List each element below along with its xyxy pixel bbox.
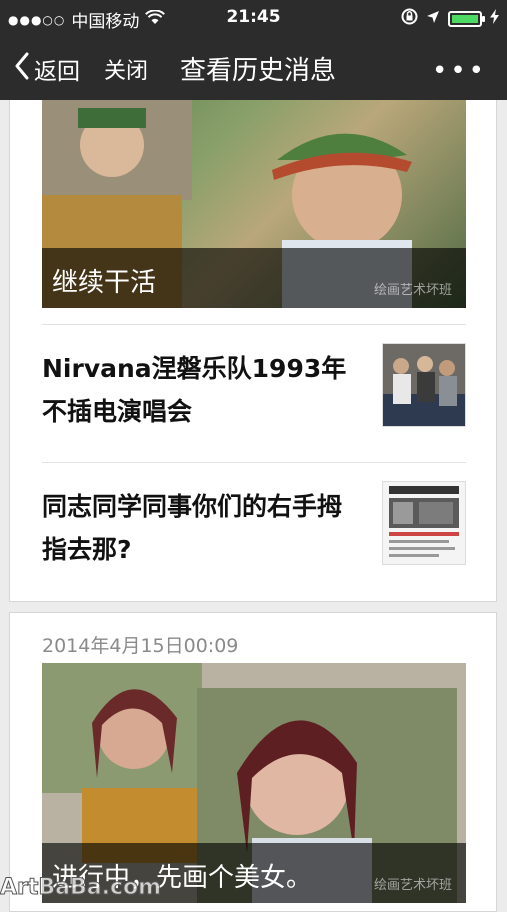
status-bar: ●●●○○ 中国移动 21:45: [0, 0, 507, 36]
message-card: 2014年4月15日00:09 进行中，先画个美女。 绘画艺术坏班: [9, 612, 497, 912]
battery-level: [452, 15, 478, 23]
back-button[interactable]: 返回: [14, 52, 80, 86]
site-watermark: ArtBaBa.com: [0, 875, 162, 901]
chevron-left-icon: [14, 52, 34, 86]
list-item[interactable]: Nirvana涅磐乐队1993年不插电演唱会: [42, 324, 466, 462]
article-title: Nirvana涅磐乐队1993年不插电演唱会: [42, 354, 347, 426]
cover-watermark: 绘画艺术坏班: [373, 283, 452, 298]
article-title: 同志同学同事你们的右手拇指去那?: [42, 492, 343, 564]
cover-article[interactable]: 继续干活 绘画艺术坏班: [42, 100, 466, 308]
charging-bolt-icon: [490, 9, 499, 29]
more-options-button[interactable]: •••: [432, 56, 487, 86]
cover-caption-bar: 继续干活 绘画艺术坏班: [42, 248, 466, 308]
page-title: 查看历史消息: [180, 56, 337, 86]
cover-article[interactable]: 进行中，先画个美女。 绘画艺术坏班: [42, 663, 466, 903]
navigation-bar: 返回 关闭 查看历史消息 •••: [0, 36, 507, 100]
list-item[interactable]: 同志同学同事你们的右手拇指去那?: [42, 462, 466, 600]
rotation-lock-icon: [401, 8, 418, 30]
battery-icon: [448, 11, 485, 27]
message-date: 2014年4月15日00:09: [42, 635, 239, 657]
cover-title: 继续干活: [52, 268, 157, 298]
message-card: 继续干活 绘画艺术坏班 Nirvana涅磐乐队1993年不插电演唱会 同志同学同…: [9, 100, 497, 602]
location-arrow-icon: [426, 9, 440, 29]
back-label: 返回: [34, 59, 80, 85]
article-thumbnail: [382, 343, 466, 427]
cover-watermark: 绘画艺术坏班: [373, 878, 452, 893]
article-thumbnail: [382, 481, 466, 565]
close-button[interactable]: 关闭: [104, 53, 148, 85]
